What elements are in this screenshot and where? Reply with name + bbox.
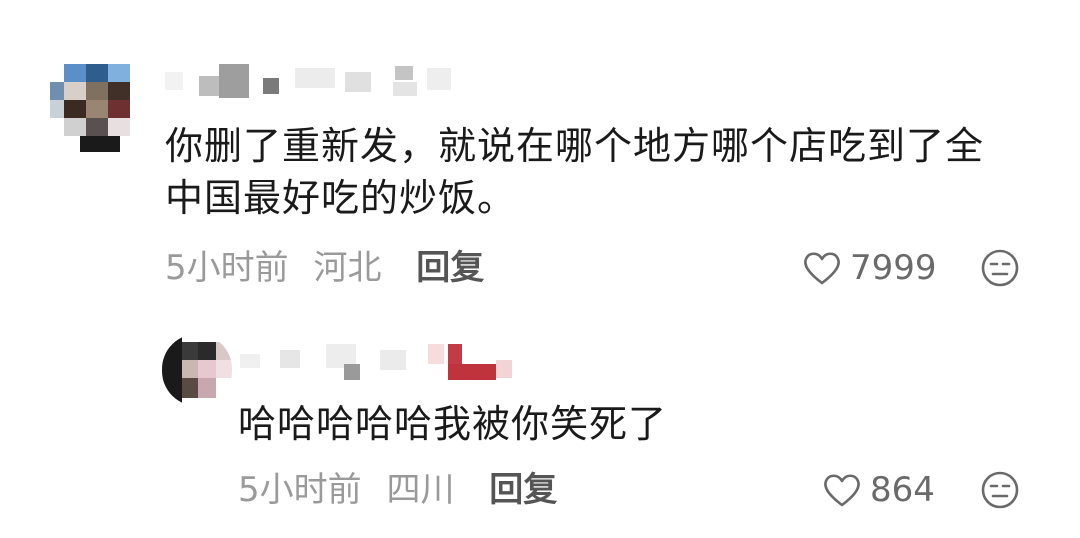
comment: 你删了重新发，就说在哪个地方哪个店吃到了全 中国最好吃的炒饭。 5小时前 河北 …	[0, 0, 1080, 300]
reply-button[interactable]: 回复	[489, 470, 557, 510]
reply-button[interactable]: 回复	[416, 248, 484, 288]
avatar[interactable]	[50, 64, 140, 164]
like-count: 7999	[850, 248, 937, 288]
comment-meta: 5小时前 河北 回复	[165, 248, 484, 288]
comment-region: 河北	[313, 248, 382, 288]
username-blurred[interactable]	[240, 342, 520, 382]
comment-time: 5小时前	[165, 248, 289, 288]
comment-region: 四川	[386, 470, 455, 510]
avatar[interactable]	[162, 334, 232, 406]
unamused-face-icon[interactable]	[980, 248, 1020, 288]
like-button[interactable]: 864	[822, 470, 935, 510]
like-button[interactable]: 7999	[802, 248, 937, 288]
like-count: 864	[870, 470, 935, 510]
comment-time: 5小时前	[238, 470, 362, 510]
username-blurred[interactable]	[165, 64, 465, 100]
comment-text: 哈哈哈哈哈我被你笑死了	[238, 402, 668, 446]
heart-outline-icon	[804, 252, 840, 285]
unamused-face-icon[interactable]	[980, 470, 1020, 510]
reply-comment: 哈哈哈哈哈我被你笑死了 5小时前 四川 回复 864	[0, 320, 1080, 530]
comment-thread: 你删了重新发，就说在哪个地方哪个店吃到了全 中国最好吃的炒饭。 5小时前 河北 …	[0, 0, 1080, 538]
heart-outline-icon	[824, 474, 860, 507]
comment-text: 你删了重新发，就说在哪个地方哪个店吃到了全 中国最好吃的炒饭。	[165, 124, 985, 220]
comment-meta: 5小时前 四川 回复	[238, 470, 557, 510]
